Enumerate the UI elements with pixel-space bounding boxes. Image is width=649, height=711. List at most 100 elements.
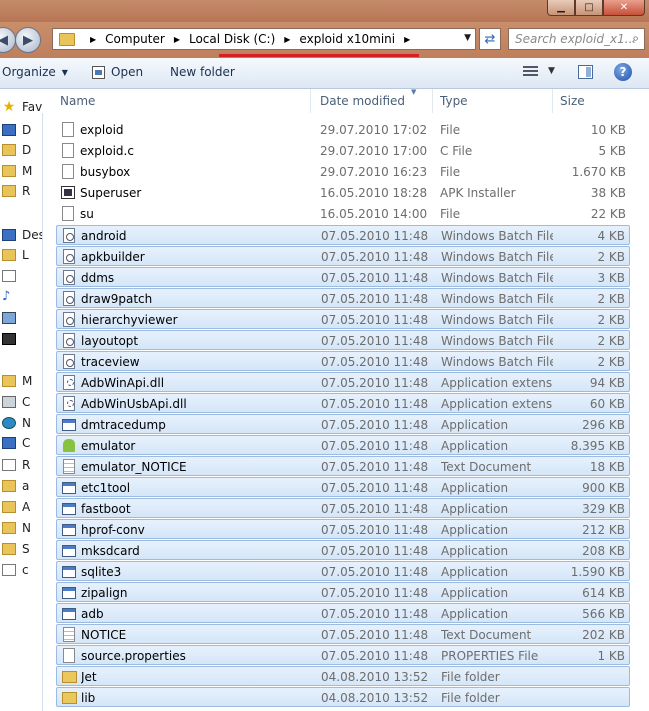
chevron-right-icon[interactable]: ▶	[284, 35, 290, 44]
nav-item[interactable]: S	[2, 539, 30, 559]
nav-item[interactable]: C	[2, 433, 30, 453]
nav-item[interactable]: L	[2, 245, 29, 265]
file-row[interactable]: AdbWinApi.dll 07.05.2010 11:48 Application…	[56, 372, 630, 392]
organize-button[interactable]: Organize ▼	[2, 65, 68, 79]
views-icon[interactable]	[523, 66, 538, 78]
breadcrumb-computer[interactable]: Computer	[105, 32, 165, 46]
file-date-modified: 07.05.2010 11:48	[321, 607, 429, 621]
file-row[interactable]: mksdcard 07.05.2010 11:48 Application 208 K…	[56, 540, 630, 560]
file-row[interactable]: android 07.05.2010 11:48 Windows Batch Fil…	[56, 225, 630, 245]
help-icon[interactable]: ?	[614, 63, 632, 81]
maximize-button[interactable]: □	[575, 0, 603, 16]
exe-file-icon	[62, 482, 76, 494]
exe-file-icon	[62, 419, 76, 431]
refresh-button[interactable]: ⇄	[479, 28, 501, 50]
breadcrumb-local-disk[interactable]: Local Disk (C:)	[189, 32, 275, 46]
nav-item[interactable]: R	[2, 455, 30, 475]
file-date-modified: 04.08.2010 13:52	[321, 691, 429, 705]
file-row[interactable]: dmtracedump 07.05.2010 11:48 Application 29…	[56, 414, 630, 434]
doc-icon	[2, 564, 16, 576]
file-row[interactable]: Jet 04.08.2010 13:52 File folder	[56, 666, 630, 686]
nav-item[interactable]: ♪	[2, 287, 22, 307]
nav-item[interactable]	[2, 308, 22, 328]
close-button[interactable]: ✕	[603, 0, 645, 16]
back-button[interactable]: ◀	[0, 27, 16, 53]
chevron-right-icon[interactable]: ▶	[174, 35, 180, 44]
file-row[interactable]: hierarchyviewer 07.05.2010 11:48 Windows B…	[56, 309, 630, 329]
column-divider[interactable]	[432, 89, 433, 113]
file-row[interactable]: adb 07.05.2010 11:48 Application 566 KB	[56, 603, 630, 623]
file-row[interactable]: lib 04.08.2010 13:52 File folder	[56, 687, 630, 707]
column-type[interactable]: Type	[440, 94, 468, 108]
nav-item[interactable]: D	[2, 120, 31, 140]
file-row[interactable]: layoutopt 07.05.2010 11:48 Windows Batch F…	[56, 330, 630, 350]
new-folder-button[interactable]: New folder	[170, 65, 235, 79]
file-row[interactable]: emulator 07.05.2010 11:48 Application 8.395…	[56, 435, 630, 455]
column-divider[interactable]	[552, 89, 553, 113]
nav-item-label: M	[22, 374, 33, 388]
nav-item[interactable]	[2, 266, 22, 286]
file-row[interactable]: NOTICE 07.05.2010 11:48 Text Document 202 K…	[56, 624, 630, 644]
chevron-right-icon[interactable]: ▶	[404, 35, 410, 44]
file-row[interactable]: emulator_NOTICE 07.05.2010 11:48 Text Docu…	[56, 456, 630, 476]
column-size[interactable]: Size	[560, 94, 585, 108]
nav-item[interactable]: M	[2, 161, 32, 181]
file-type: File	[440, 165, 461, 179]
column-divider[interactable]	[310, 89, 311, 113]
pic-icon	[2, 312, 16, 324]
nav-item[interactable]: N	[2, 518, 31, 538]
file-date-modified: 07.05.2010 11:48	[321, 250, 429, 264]
nav-item[interactable]: ★ Fav	[2, 97, 42, 117]
file-file-icon	[62, 122, 74, 137]
minimize-button[interactable]: ▁	[547, 0, 575, 16]
file-row[interactable]: ddms 07.05.2010 11:48 Windows Batch File 3 …	[56, 267, 630, 287]
search-icon[interactable]: ⌕	[632, 31, 639, 46]
chevron-down-icon[interactable]: ▼	[548, 66, 555, 76]
file-row[interactable]: fastboot 07.05.2010 11:48 Application 329 K…	[56, 498, 630, 518]
file-row[interactable]: etc1tool 07.05.2010 11:48 Application 900 K…	[56, 477, 630, 497]
nav-item[interactable]: N	[2, 413, 31, 433]
monitor-icon	[2, 229, 16, 241]
file-row[interactable]: AdbWinUsbApi.dll 07.05.2010 11:48 Applicat…	[56, 393, 630, 413]
nav-item[interactable]: c	[2, 560, 29, 580]
file-size: 2 KB	[597, 292, 625, 306]
file-row[interactable]: busybox 29.07.2010 16:23 File 1.670 KB	[56, 162, 630, 182]
file-row[interactable]: sqlite3 07.05.2010 11:48 Application 1.590 …	[56, 561, 630, 581]
file-row[interactable]: zipalign 07.05.2010 11:48 Application 614 K…	[56, 582, 630, 602]
breadcrumb-exploid-folder[interactable]: exploid x10mini	[299, 32, 395, 46]
file-type: Application	[441, 439, 509, 453]
column-name[interactable]: Name	[60, 94, 95, 108]
address-bar[interactable]: ▶ Computer ▶ Local Disk (C:) ▶ exploid x…	[52, 28, 476, 57]
monitor-icon	[2, 437, 16, 449]
forward-button[interactable]: ▶	[15, 27, 41, 53]
file-row[interactable]: apkbuilder 07.05.2010 11:48 Windows Batch …	[56, 246, 630, 266]
file-type: Windows Batch File	[441, 229, 553, 243]
file-row[interactable]: draw9patch 07.05.2010 11:48 Windows Batch …	[56, 288, 630, 308]
column-date-modified[interactable]: Date modified	[320, 94, 405, 108]
file-row[interactable]: source.properties 07.05.2010 11:48 PROPERT…	[56, 645, 630, 665]
file-size: 2 KB	[597, 355, 625, 369]
file-row[interactable]: exploid 29.07.2010 17:02 File 10 KB	[56, 120, 630, 140]
file-date-modified: 29.07.2010 16:23	[320, 165, 428, 179]
chevron-right-icon[interactable]: ▶	[90, 35, 96, 44]
nav-item[interactable]	[2, 329, 22, 349]
search-input[interactable]: Search exploid_x1... ⌕	[508, 28, 645, 50]
nav-item[interactable]: M	[2, 371, 32, 391]
chevron-down-icon[interactable]: ▼	[464, 33, 471, 43]
open-button[interactable]: Open	[92, 65, 143, 79]
file-row[interactable]: exploid.c 29.07.2010 17:00 C File 5 KB	[56, 141, 630, 161]
nav-item[interactable]: R	[2, 181, 30, 201]
file-row[interactable]: Superuser 16.05.2010 18:28 APK Installer 38…	[56, 183, 630, 203]
nav-item[interactable]: a	[2, 476, 29, 496]
nav-item-label: C	[22, 436, 31, 450]
batch-file-icon	[63, 228, 75, 243]
file-date-modified: 07.05.2010 11:48	[321, 271, 429, 285]
file-row[interactable]: hprof-conv 07.05.2010 11:48 Application 212…	[56, 519, 630, 539]
file-row[interactable]: traceview 07.05.2010 11:48 Windows Batch F…	[56, 351, 630, 371]
file-row[interactable]: su 16.05.2010 14:00 File 22 KB	[56, 204, 630, 224]
nav-item[interactable]: D	[2, 140, 31, 160]
preview-pane-icon[interactable]	[578, 65, 593, 79]
nav-item[interactable]: C	[2, 392, 30, 412]
nav-item[interactable]: Des	[2, 225, 42, 245]
nav-item[interactable]: A	[2, 497, 30, 517]
